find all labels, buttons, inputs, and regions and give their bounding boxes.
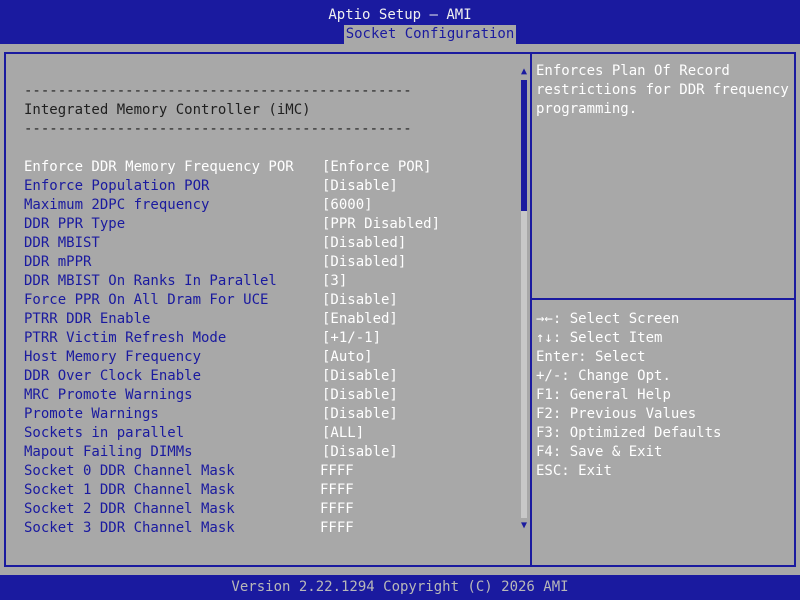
separator-top: ----------------------------------------…: [24, 83, 412, 99]
setting-value[interactable]: FFFF: [320, 481, 354, 500]
scrollbar[interactable]: ▲ ▼: [519, 66, 529, 534]
key-help-action: Previous Values: [569, 406, 697, 422]
setting-value[interactable]: [3]: [322, 272, 347, 291]
key-help-action: Select Item: [569, 330, 663, 346]
setting-value[interactable]: [Disable]: [322, 177, 398, 196]
key-help-action: Select: [595, 349, 646, 365]
key-help-item: ↑↓: Select Item: [536, 329, 662, 348]
tab-socket-configuration[interactable]: Socket Configuration: [344, 25, 516, 44]
scroll-track[interactable]: [521, 80, 527, 518]
footer-bar: Version 2.22.1294 Copyright (C) 2026 AMI: [0, 575, 800, 600]
setting-value[interactable]: [6000]: [322, 196, 373, 215]
help-separator: [532, 298, 796, 300]
setting-value[interactable]: [Enforce POR]: [322, 158, 432, 177]
setting-label[interactable]: DDR mPPR: [24, 253, 91, 272]
setting-label[interactable]: Mapout Failing DIMMs: [24, 443, 193, 462]
setting-value[interactable]: [Disable]: [322, 405, 398, 424]
setting-label[interactable]: MRC Promote Warnings: [24, 386, 193, 405]
key-help-action: Change Opt.: [578, 368, 671, 384]
setting-value[interactable]: [+1/-1]: [322, 329, 381, 348]
key-help-item: ESC: Exit: [536, 462, 612, 481]
setting-label[interactable]: PTRR DDR Enable: [24, 310, 150, 329]
key-help-key: F1:: [536, 387, 562, 403]
setting-value[interactable]: FFFF: [320, 462, 354, 481]
key-help-key: F3:: [536, 425, 562, 441]
help-description: Enforces Plan Of Record restrictions for…: [536, 63, 798, 117]
setting-label[interactable]: PTRR Victim Refresh Mode: [24, 329, 226, 348]
app-title: Aptio Setup – AMI: [328, 7, 472, 23]
setting-label[interactable]: Socket 2 DDR Channel Mask: [24, 500, 235, 519]
key-help-key: →←:: [536, 311, 562, 327]
setting-label[interactable]: Force PPR On All Dram For UCE: [24, 291, 268, 310]
setting-label[interactable]: Socket 0 DDR Channel Mask: [24, 462, 235, 481]
scroll-down-arrow-icon[interactable]: ▼: [519, 520, 529, 532]
key-help-key: ↑↓:: [536, 330, 562, 346]
setting-value[interactable]: [Disable]: [322, 386, 398, 405]
key-help-action: Save & Exit: [569, 444, 663, 460]
key-help-action: Select Screen: [569, 311, 680, 327]
setting-label[interactable]: Host Memory Frequency: [24, 348, 201, 367]
setting-value[interactable]: [Disable]: [322, 367, 398, 386]
key-help-key: Enter:: [536, 349, 587, 365]
panel-divider: [530, 52, 532, 567]
key-help-action: General Help: [569, 387, 671, 403]
scroll-up-arrow-icon[interactable]: ▲: [519, 66, 529, 78]
title-bar: Aptio Setup – AMI Socket Configuration: [0, 0, 800, 44]
setting-label[interactable]: Promote Warnings: [24, 405, 159, 424]
setting-label[interactable]: DDR Over Clock Enable: [24, 367, 201, 386]
setting-value[interactable]: [Auto]: [322, 348, 373, 367]
section-title: Integrated Memory Controller (iMC): [24, 102, 311, 118]
key-help-key: F4:: [536, 444, 562, 460]
setting-label[interactable]: Socket 3 DDR Channel Mask: [24, 519, 235, 538]
key-help-item: +/-: Change Opt.: [536, 367, 671, 386]
scroll-thumb[interactable]: [521, 80, 527, 211]
key-help-action: Exit: [578, 463, 612, 479]
setting-value[interactable]: FFFF: [320, 519, 354, 538]
setting-value[interactable]: [Enabled]: [322, 310, 398, 329]
key-help-item: F2: Previous Values: [536, 405, 696, 424]
setting-label[interactable]: Enforce Population POR: [24, 177, 209, 196]
setting-value[interactable]: [Disable]: [322, 291, 398, 310]
setting-value[interactable]: [Disabled]: [322, 253, 406, 272]
key-help-item: F3: Optimized Defaults: [536, 424, 721, 443]
key-help-key: F2:: [536, 406, 562, 422]
key-help-item: →←: Select Screen: [536, 310, 679, 329]
setting-label[interactable]: Maximum 2DPC frequency: [24, 196, 209, 215]
key-help-action: Optimized Defaults: [569, 425, 722, 441]
key-help-item: Enter: Select: [536, 348, 646, 367]
key-help-item: F1: General Help: [536, 386, 671, 405]
setting-label[interactable]: Socket 1 DDR Channel Mask: [24, 481, 235, 500]
setting-label[interactable]: DDR MBIST: [24, 234, 100, 253]
setting-label[interactable]: DDR MBIST On Ranks In Parallel: [24, 272, 277, 291]
setting-value[interactable]: [PPR Disabled]: [322, 215, 440, 234]
separator-bottom: ----------------------------------------…: [24, 121, 412, 137]
setting-value[interactable]: FFFF: [320, 500, 354, 519]
setting-label[interactable]: Enforce DDR Memory Frequency POR: [24, 158, 294, 177]
key-help-item: F4: Save & Exit: [536, 443, 662, 462]
version-text: Version 2.22.1294 Copyright (C) 2026 AMI: [231, 579, 569, 595]
setting-value[interactable]: [Disabled]: [322, 234, 406, 253]
key-help-key: ESC:: [536, 463, 570, 479]
key-help-key: +/-:: [536, 368, 570, 384]
setting-label[interactable]: DDR PPR Type: [24, 215, 125, 234]
setting-value[interactable]: [Disable]: [322, 443, 398, 462]
setting-label[interactable]: Sockets in parallel: [24, 424, 184, 443]
setting-value[interactable]: [ALL]: [322, 424, 364, 443]
